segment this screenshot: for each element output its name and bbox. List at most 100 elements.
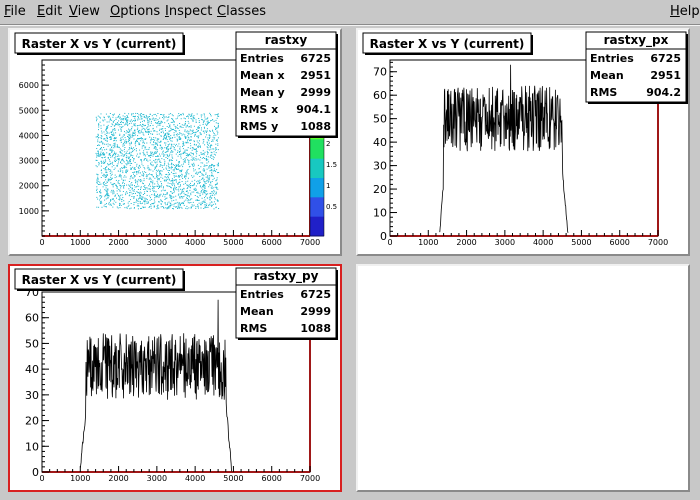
scatter-point bbox=[129, 208, 131, 210]
scatter-point bbox=[126, 171, 128, 172]
scatter-point bbox=[164, 147, 166, 149]
scatter-point bbox=[122, 170, 124, 172]
scatter-point bbox=[140, 172, 141, 174]
scatter-point bbox=[186, 188, 188, 189]
menu-options[interactable]: Options bbox=[110, 4, 160, 19]
scatter-point bbox=[167, 174, 169, 176]
scatter-point bbox=[105, 171, 107, 173]
scatter-point bbox=[141, 128, 143, 130]
scatter-point bbox=[178, 115, 180, 117]
scatter-point bbox=[157, 186, 159, 187]
scatter-point bbox=[140, 208, 142, 209]
menu-classes[interactable]: Classes bbox=[217, 4, 266, 19]
scatter-point bbox=[123, 155, 125, 157]
scatter-point bbox=[183, 196, 185, 197]
scatter-point bbox=[211, 197, 213, 199]
scatter-point bbox=[200, 129, 202, 131]
scatter-point bbox=[162, 117, 163, 118]
scatter-point bbox=[189, 142, 191, 144]
scatter-point bbox=[170, 187, 172, 188]
scatter-point bbox=[132, 190, 134, 192]
scatter-point bbox=[188, 162, 190, 164]
scatter-point bbox=[129, 144, 131, 146]
scatter-point bbox=[126, 115, 128, 116]
scatter-point bbox=[98, 155, 100, 157]
scatter-point bbox=[201, 127, 202, 129]
scatter-point bbox=[103, 182, 105, 184]
scatter-point bbox=[108, 164, 110, 166]
scatter-point bbox=[177, 176, 179, 178]
scatter-point bbox=[97, 133, 99, 135]
scatter-point bbox=[160, 170, 162, 172]
scatter-point bbox=[187, 120, 189, 122]
menu-edit[interactable]: Edit bbox=[37, 4, 62, 19]
scatter-point bbox=[96, 192, 98, 193]
scatter-point bbox=[144, 198, 146, 200]
scatter-point bbox=[198, 135, 200, 137]
scatter-point bbox=[147, 202, 149, 204]
scatter-point bbox=[143, 206, 145, 208]
scatter-point bbox=[107, 145, 109, 147]
scatter-point bbox=[149, 206, 151, 207]
scatter-point bbox=[166, 168, 168, 170]
scatter-point bbox=[122, 160, 124, 162]
scatter-point bbox=[153, 205, 155, 207]
scatter-point bbox=[184, 152, 186, 153]
scatter-point bbox=[198, 140, 200, 142]
scatter-point bbox=[203, 157, 205, 158]
scatter-point bbox=[122, 150, 124, 152]
scatter-point bbox=[121, 122, 123, 123]
scatter-point bbox=[125, 166, 127, 168]
menu-file[interactable]: File bbox=[4, 4, 26, 19]
scatter-point bbox=[168, 130, 170, 132]
scatter-point bbox=[139, 129, 141, 131]
scatter-point bbox=[109, 178, 111, 180]
canvas-pad-rastxy-px[interactable]: 0 1000 2000 3000 4000 5000 6000 7000 0 10 20 30 40 50… bbox=[356, 28, 690, 256]
scatter-point bbox=[215, 183, 217, 185]
scatter-point bbox=[187, 177, 189, 179]
menu-help[interactable]: Help bbox=[670, 4, 700, 19]
scatter-point bbox=[98, 126, 100, 128]
canvas-pad-rastxy[interactable]: 0 1000 2000 3000 4000 5000 6000 7000 1000 2000 300… bbox=[8, 28, 342, 256]
scatter-point bbox=[118, 159, 120, 161]
scatter-point bbox=[203, 114, 205, 116]
scatter-point bbox=[178, 168, 179, 170]
scatter-point bbox=[149, 136, 151, 138]
scatter-point bbox=[140, 113, 142, 114]
scatter-point bbox=[195, 155, 197, 157]
scatter-point bbox=[196, 135, 198, 137]
scatter-point bbox=[143, 154, 145, 156]
scatter-point bbox=[193, 175, 195, 177]
scatter-point bbox=[110, 191, 112, 193]
scatter-point bbox=[203, 208, 205, 209]
scatter-point bbox=[188, 160, 190, 162]
stats-row-label: Mean y bbox=[240, 86, 285, 99]
canvas-pad-empty[interactable] bbox=[356, 264, 690, 492]
title-shadow bbox=[531, 35, 533, 55]
canvas-pad-rastxy-py[interactable]: 0 1000 2000 3000 4000 5000 6000 7000 0 10 20 30 40 50… bbox=[8, 264, 342, 492]
menu-inspect[interactable]: Inspect bbox=[165, 4, 212, 19]
scatter-point bbox=[148, 133, 149, 135]
scatter-point bbox=[177, 150, 179, 152]
scatter-point bbox=[166, 126, 168, 127]
scatter-point bbox=[138, 200, 140, 202]
scatter-point bbox=[211, 154, 213, 156]
scatter-point bbox=[199, 193, 201, 195]
scatter-point bbox=[209, 196, 211, 198]
scatter-point bbox=[160, 203, 162, 205]
scatter-point bbox=[117, 207, 119, 209]
scatter-point bbox=[178, 182, 180, 184]
scatter-point bbox=[133, 204, 135, 206]
scatter-point bbox=[144, 146, 146, 148]
scatter-point bbox=[178, 193, 180, 195]
scatter-point bbox=[100, 117, 101, 119]
scatter-point bbox=[104, 206, 106, 208]
menu-view[interactable]: View bbox=[69, 4, 100, 19]
scatter-point bbox=[146, 149, 148, 150]
scatter-point bbox=[161, 200, 162, 202]
scatter-point bbox=[142, 123, 143, 125]
scatter-point bbox=[131, 188, 133, 190]
scatter-point bbox=[134, 117, 136, 119]
scatter-point bbox=[144, 193, 146, 194]
scatter-point bbox=[104, 153, 106, 155]
